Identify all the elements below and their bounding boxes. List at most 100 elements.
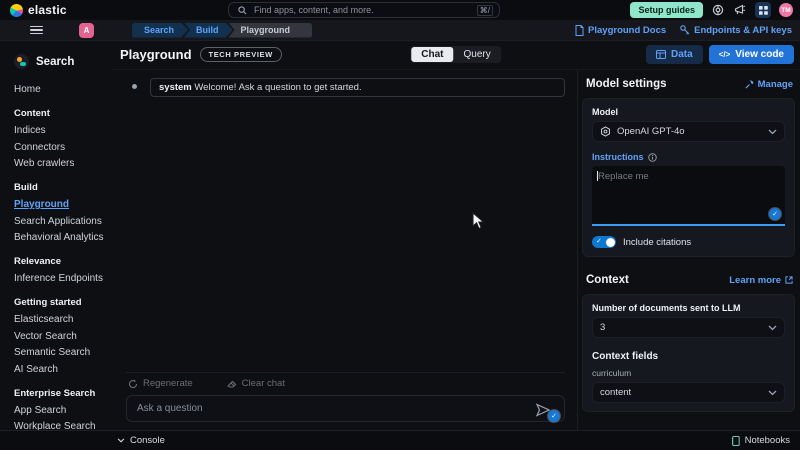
breadcrumb-build[interactable]: Build xyxy=(184,23,233,38)
sidebar-item-semantic-search[interactable]: Semantic Search xyxy=(14,347,106,359)
chevron-down-icon xyxy=(768,390,777,396)
context-panel: Number of documents sent to LLM 3 Contex… xyxy=(582,294,795,412)
sidebar-item-vector-search[interactable]: Vector Search xyxy=(14,331,106,343)
question-input-box: ✓ xyxy=(126,395,565,422)
chat-query-tabs: Chat Query xyxy=(410,46,501,63)
sidebar-item-home[interactable]: Home xyxy=(14,84,106,96)
notebooks-button[interactable]: Notebooks xyxy=(731,435,790,446)
breadcrumb-playground: Playground xyxy=(229,23,313,38)
data-button[interactable]: Data xyxy=(646,45,703,64)
context-field-value: content xyxy=(600,387,762,398)
model-settings-header: Model settings Manage xyxy=(586,78,793,90)
include-citations-toggle[interactable]: ✓ xyxy=(592,236,616,248)
context-fields-heading: Context fields xyxy=(592,351,785,362)
context-field-name: curriculum xyxy=(592,368,785,378)
include-citations-label: Include citations xyxy=(623,237,691,248)
elastic-playground-app: elastic ⌘/ Setup guides TM A xyxy=(0,0,800,450)
sidebar-item-app-search[interactable]: App Search xyxy=(14,405,106,417)
refresh-icon xyxy=(128,379,138,389)
sidebar-heading-build: Build xyxy=(14,182,106,193)
navbar-links: Playground Docs Endpoints & API keys xyxy=(575,25,792,36)
playground-docs-link[interactable]: Playground Docs xyxy=(575,25,666,36)
context-field-select[interactable]: content xyxy=(592,382,785,403)
model-settings-panel: Model OpenAI GPT-4o Instructions ✓ xyxy=(582,98,795,257)
key-icon xyxy=(680,25,690,35)
apps-menu-icon[interactable] xyxy=(755,2,771,18)
sidebar-item-connectors[interactable]: Connectors xyxy=(14,142,106,154)
console-bar: Console Notebooks xyxy=(0,430,800,450)
model-select[interactable]: OpenAI GPT-4o xyxy=(592,121,785,142)
main-content: Playground TECH PREVIEW Chat Query Data … xyxy=(112,41,800,430)
top-header-bar: elastic ⌘/ Setup guides TM xyxy=(0,0,800,20)
setup-guides-button[interactable]: Setup guides xyxy=(630,2,703,18)
click-indicator: ✓ xyxy=(548,410,560,422)
eraser-icon xyxy=(227,379,237,389)
openai-icon xyxy=(600,126,611,137)
endpoints-api-keys-link[interactable]: Endpoints & API keys xyxy=(680,25,792,36)
documents-select-value: 3 xyxy=(600,322,762,333)
tab-query[interactable]: Query xyxy=(454,47,501,62)
enterprise-search-icon xyxy=(14,54,29,69)
sidebar-item-workplace-search[interactable]: Workplace Search xyxy=(14,421,106,430)
click-indicator: ✓ xyxy=(769,208,781,220)
dot-icon xyxy=(126,78,142,94)
view-code-button[interactable]: </> View code xyxy=(709,45,794,64)
sidebar-item-web-crawlers[interactable]: Web crawlers xyxy=(14,158,106,170)
brand-name: elastic xyxy=(28,3,67,17)
learn-more-link[interactable]: Learn more xyxy=(729,275,793,286)
sidebar-item-ai-search[interactable]: AI Search xyxy=(14,364,106,376)
help-icon[interactable] xyxy=(711,3,725,17)
menu-toggle-icon[interactable] xyxy=(30,26,43,35)
breadcrumb-search[interactable]: Search xyxy=(132,23,188,38)
console-toggle[interactable]: Console xyxy=(117,435,165,446)
tech-preview-badge: TECH PREVIEW xyxy=(200,47,282,62)
sidebar: Search Home Content Indices Connectors W… xyxy=(0,41,112,430)
sidebar-heading-content: Content xyxy=(14,108,106,119)
space-badge[interactable]: A xyxy=(79,23,94,38)
document-icon xyxy=(575,25,584,36)
sidebar-item-indices[interactable]: Indices xyxy=(14,125,106,137)
elastic-logo-icon xyxy=(10,4,23,17)
sidebar-item-playground[interactable]: Playground xyxy=(14,199,106,211)
data-table-icon xyxy=(656,50,666,59)
search-shortcut-hint: ⌘/ xyxy=(477,5,493,16)
sidebar-item-behavioral-analytics[interactable]: Behavioral Analytics xyxy=(14,232,106,244)
sidebar-heading-getting-started: Getting started xyxy=(14,297,106,308)
breadcrumb: Search Build Playground xyxy=(132,23,312,38)
instructions-field: ✓ xyxy=(592,166,785,226)
clear-chat-button[interactable]: Clear chat xyxy=(227,378,285,389)
manage-link[interactable]: Manage xyxy=(745,79,793,90)
sidebar-item-inference-endpoints[interactable]: Inference Endpoints xyxy=(14,273,106,285)
announcements-icon[interactable] xyxy=(733,3,747,17)
page-header: Playground TECH PREVIEW Chat Query Data … xyxy=(112,41,800,70)
context-header: Context Learn more xyxy=(586,274,793,286)
documents-label: Number of documents sent to LLM xyxy=(592,303,785,313)
message-text: Welcome! Ask a question to get started. xyxy=(194,82,361,93)
system-message: system Welcome! Ask a question to get st… xyxy=(150,78,565,97)
settings-column: Model settings Manage Model OpenAI GPT-4… xyxy=(582,70,795,430)
documents-select[interactable]: 3 xyxy=(592,317,785,338)
sidebar-item-elasticsearch[interactable]: Elasticsearch xyxy=(14,314,106,326)
tab-chat[interactable]: Chat xyxy=(411,47,453,62)
instructions-textarea[interactable] xyxy=(592,166,785,224)
topbar-actions: Setup guides TM xyxy=(630,0,793,20)
notebook-icon xyxy=(731,436,740,446)
sidebar-title: Search xyxy=(14,54,106,69)
include-citations-row: ✓ Include citations xyxy=(592,236,785,248)
chat-panel: system Welcome! Ask a question to get st… xyxy=(112,70,578,430)
regenerate-button[interactable]: Regenerate xyxy=(128,378,193,389)
instructions-label-row: Instructions xyxy=(592,152,785,162)
question-input[interactable] xyxy=(137,403,530,414)
chevron-down-icon xyxy=(768,325,777,331)
global-search-input[interactable] xyxy=(254,5,472,15)
sidebar-item-search-applications[interactable]: Search Applications xyxy=(14,216,106,228)
code-icon: </> xyxy=(719,50,731,59)
info-icon xyxy=(648,153,657,162)
text-caret xyxy=(597,171,598,181)
search-icon xyxy=(235,3,249,17)
sidebar-heading-relevance: Relevance xyxy=(14,256,106,267)
elastic-brand[interactable]: elastic xyxy=(10,3,67,17)
global-search[interactable]: ⌘/ xyxy=(228,2,500,18)
system-message-row: system Welcome! Ask a question to get st… xyxy=(126,78,565,97)
user-avatar[interactable]: TM xyxy=(779,3,793,17)
